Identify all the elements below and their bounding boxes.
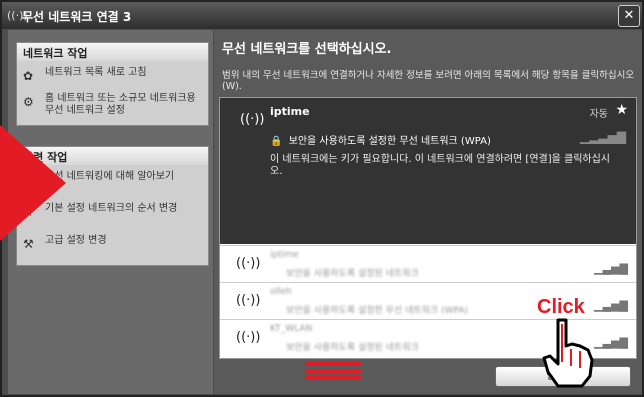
lock-icon: 🔒	[270, 136, 283, 147]
network-security: 보안을 사용하도록 설정한 무선 네트워크 (WPA)	[286, 306, 468, 316]
bars-annotation	[305, 362, 361, 383]
network-item[interactable]: ((·)) iptime 보안을 사용하도록 설정된 네트워크 ▁▃▅▇	[220, 245, 636, 282]
pointer-arrow-annotation	[0, 125, 66, 241]
close-button[interactable]: ✕	[618, 5, 640, 27]
status-label: 자동	[589, 109, 608, 120]
panel-header: 네트워크 작업	[17, 43, 208, 61]
network-tasks-panel: 네트워크 작업 ✿ 네트워크 목록 새로 고침 ⚙ 홈 네트워크 또는 소규모 …	[16, 42, 209, 126]
network-name: iptime	[270, 105, 310, 118]
network-name: KT_WLAN	[270, 324, 313, 334]
wireless-icon: ((·))	[236, 293, 261, 308]
link-label: 홈 네트워크 또는 소규모 네트워크용 무선 네트워크 설정	[45, 93, 196, 116]
network-name: iptime	[270, 250, 299, 260]
wireless-icon: ((·))	[240, 112, 265, 127]
security-text: 보안을 사용하도록 설정한 무선 네트워크 (WPA)	[288, 136, 491, 147]
wireless-icon: ((·))	[236, 330, 261, 345]
refresh-list-link[interactable]: ✿ 네트워크 목록 새로 고침	[17, 67, 208, 93]
signal-icon: ▁▃▅▇	[594, 262, 628, 275]
wireless-icon: ((·))	[236, 256, 261, 271]
signal-icon: ▁▂▃▅▇	[579, 130, 626, 144]
network-message: 이 네트워크에는 키가 필요합니다. 이 네트워크에 연결하려면 [연결]을 클…	[270, 154, 611, 177]
signal-icon: ▁▃▅▇	[594, 299, 628, 312]
network-setup-icon: ⚙	[23, 95, 34, 109]
link-label: 네트워크 목록 새로 고침	[45, 67, 147, 78]
instructions: 범위 내의 무선 네트워크에 연결하거나 자세한 정보를 보려면 아래의 목록에…	[222, 70, 635, 92]
setup-network-link[interactable]: ⚙ 홈 네트워크 또는 소규모 네트워크용 무선 네트워크 설정	[17, 93, 208, 119]
window-title: 무선 네트워크 연결 3	[22, 10, 132, 24]
page-title: 무선 네트워크를 선택하십시오.	[222, 42, 392, 57]
network-name: olleh	[270, 287, 292, 297]
title-bar: ((·)) 무선 네트워크 연결 3 ✕	[2, 2, 642, 29]
network-item-selected[interactable]: ((·)) iptime 자동 ★ 🔒 보안을 사용하도록 설정한 무선 네트워…	[220, 98, 636, 244]
network-security: 보안을 사용하도록 설정된 네트워크	[286, 343, 419, 353]
refresh-icon: ✿	[23, 69, 34, 83]
star-icon: ★	[615, 102, 628, 118]
network-security: 보안을 사용하도록 설정된 네트워크	[286, 269, 419, 279]
signal-icon: ▁▃▅▇	[594, 336, 628, 349]
hand-pointer-icon	[542, 318, 594, 388]
security-line: 🔒 보안을 사용하도록 설정한 무선 네트워크 (WPA)	[270, 132, 491, 147]
